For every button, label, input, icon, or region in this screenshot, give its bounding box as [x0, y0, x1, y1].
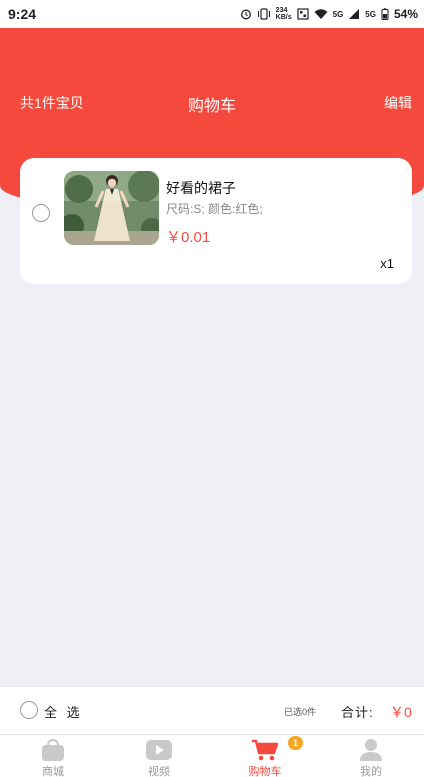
select-all-checkbox[interactable]	[20, 701, 38, 719]
status-time: 9:24	[8, 6, 37, 22]
alarm-icon	[240, 9, 251, 20]
signal-icon	[349, 9, 360, 19]
battery-percent: 54%	[393, 7, 418, 21]
tab-profile[interactable]: 我的	[318, 735, 424, 777]
page-title: 购物车	[187, 98, 236, 115]
signal-5g-label-2: 5G	[365, 9, 376, 19]
play-icon	[146, 740, 172, 760]
bag-icon	[42, 738, 64, 761]
tab-mall[interactable]: 商城	[0, 735, 106, 777]
user-icon	[360, 739, 382, 761]
tab-video[interactable]: 视频	[106, 735, 212, 777]
cart-icon	[252, 739, 279, 761]
vibrate-icon	[257, 8, 270, 20]
tab-label-cart: 购物车	[248, 766, 282, 777]
edit-button[interactable]: 编辑	[384, 93, 412, 113]
status-icons: 234 KB/s 5G 5G 54%	[240, 7, 418, 21]
cart-item-card: 好看的裙子 尺码:S; 颜色:红色; ￥0.01 x1	[20, 158, 412, 284]
product-quantity: x1	[380, 256, 394, 271]
selected-count: 已选0件	[284, 707, 317, 717]
cart-badge: 1	[288, 736, 303, 750]
signal-5g-label-1: 5G	[332, 9, 344, 19]
checkout-bar: 全 选 已选0件 合计: ￥0	[0, 686, 424, 734]
item-select-checkbox[interactable]	[32, 204, 50, 222]
tab-bar: 商城 视频 购物车 我的	[0, 734, 424, 777]
select-all-label[interactable]: 全 选	[44, 702, 83, 721]
battery-icon	[381, 8, 389, 20]
product-name[interactable]: 好看的裙子	[166, 178, 236, 198]
network-speed: 234 KB/s	[275, 7, 292, 21]
nfc-icon	[297, 8, 309, 20]
total-label: 合计:	[341, 705, 374, 720]
tab-label-profile: 我的	[360, 766, 382, 777]
status-bar: 9:24 234 KB/s 5G 5G 54%	[0, 0, 424, 28]
wifi-icon	[314, 9, 328, 19]
tab-label-mall: 商城	[42, 766, 64, 777]
product-spec: 尺码:S; 颜色:红色;	[166, 202, 263, 216]
tab-label-video: 视频	[148, 766, 170, 777]
dress-photo-icon	[64, 171, 159, 245]
product-price: ￥0.01	[166, 229, 211, 246]
product-image[interactable]	[64, 171, 159, 245]
total-value: ￥0	[390, 704, 412, 720]
